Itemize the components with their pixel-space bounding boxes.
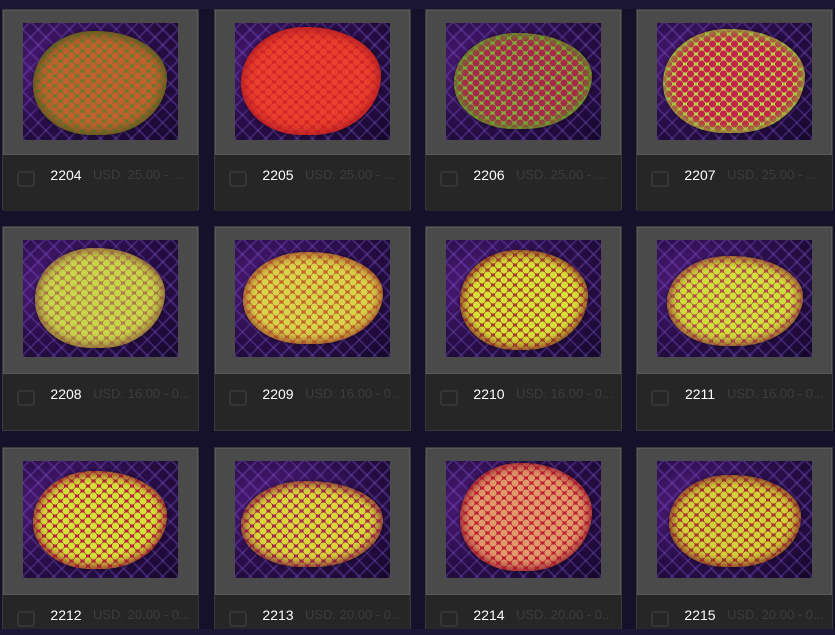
coral-shape bbox=[33, 471, 167, 569]
product-image[interactable] bbox=[446, 240, 601, 357]
product-caption: USD. 16.00 - 0... 2209 bbox=[215, 374, 410, 430]
product-image[interactable] bbox=[657, 461, 812, 578]
coral-shape bbox=[667, 256, 803, 346]
thumbnail-frame bbox=[215, 10, 410, 155]
thumbnail-frame bbox=[637, 10, 832, 155]
product-card[interactable]: USD. 16.00 - 0... 2208 bbox=[2, 226, 199, 431]
coral-shape bbox=[454, 33, 592, 129]
product-image[interactable] bbox=[235, 23, 390, 140]
thumbnail-frame bbox=[215, 448, 410, 595]
product-image[interactable] bbox=[657, 240, 812, 357]
coral-shape bbox=[460, 250, 588, 350]
product-image[interactable] bbox=[23, 23, 178, 140]
product-caption: USD. 25.00 - ... 2205 bbox=[215, 155, 410, 211]
coral-shape bbox=[663, 29, 805, 133]
product-sku[interactable]: 2208 bbox=[3, 386, 129, 402]
product-image[interactable] bbox=[23, 240, 178, 357]
product-card[interactable]: USD. 20.00 - 0... 2212 bbox=[2, 447, 199, 635]
product-caption: USD. 16.00 - 0... 2210 bbox=[426, 374, 621, 430]
coral-shape bbox=[460, 463, 592, 571]
coral-shape bbox=[241, 481, 383, 567]
thumbnail-frame bbox=[637, 227, 832, 374]
coral-shape bbox=[669, 475, 801, 567]
product-card[interactable]: USD. 20.00 - 0... 2214 bbox=[425, 447, 622, 635]
thumbnail-frame bbox=[426, 227, 621, 374]
product-sku[interactable]: 2214 bbox=[426, 607, 552, 623]
thumbnail-frame bbox=[3, 448, 198, 595]
thumbnail-frame bbox=[426, 10, 621, 155]
product-card[interactable]: USD. 25.00 - ... 2205 bbox=[214, 9, 411, 211]
product-grid: USD. 25.00 - ... 2204 USD. 25.00 - ... 2… bbox=[0, 0, 835, 635]
coral-shape bbox=[241, 27, 381, 135]
coral-shape bbox=[35, 248, 165, 348]
product-image[interactable] bbox=[446, 461, 601, 578]
product-sku[interactable]: 2204 bbox=[3, 167, 129, 183]
product-sku[interactable]: 2207 bbox=[637, 167, 763, 183]
coral-shape bbox=[243, 252, 383, 344]
product-image[interactable] bbox=[446, 23, 601, 140]
product-sku[interactable]: 2205 bbox=[215, 167, 341, 183]
product-card[interactable]: USD. 25.00 - ... 2204 bbox=[2, 9, 199, 211]
product-sku[interactable]: 2210 bbox=[426, 386, 552, 402]
product-card[interactable]: USD. 20.00 - 0... 2213 bbox=[214, 447, 411, 635]
product-sku[interactable]: 2213 bbox=[215, 607, 341, 623]
product-caption: USD. 25.00 - ... 2204 bbox=[3, 155, 198, 211]
product-image[interactable] bbox=[235, 240, 390, 357]
coral-shape bbox=[33, 31, 167, 135]
thumbnail-frame bbox=[3, 10, 198, 155]
product-card[interactable]: USD. 16.00 - 0... 2209 bbox=[214, 226, 411, 431]
thumbnail-frame bbox=[426, 448, 621, 595]
product-caption: USD. 16.00 - 0... 2211 bbox=[637, 374, 832, 430]
product-card[interactable]: USD. 20.00 - 0... 2215 bbox=[636, 447, 833, 635]
product-card[interactable]: USD. 25.00 - ... 2207 bbox=[636, 9, 833, 211]
product-caption: USD. 16.00 - 0... 2208 bbox=[3, 374, 198, 430]
product-sku[interactable]: 2206 bbox=[426, 167, 552, 183]
thumbnail-frame bbox=[215, 227, 410, 374]
product-card[interactable]: USD. 16.00 - 0... 2211 bbox=[636, 226, 833, 431]
product-sku[interactable]: 2215 bbox=[637, 607, 763, 623]
bottom-frame bbox=[0, 629, 835, 635]
product-image[interactable] bbox=[657, 23, 812, 140]
product-image[interactable] bbox=[235, 461, 390, 578]
product-sku[interactable]: 2209 bbox=[215, 386, 341, 402]
thumbnail-frame bbox=[3, 227, 198, 374]
product-image[interactable] bbox=[23, 461, 178, 578]
product-caption: USD. 25.00 - ... 2207 bbox=[637, 155, 832, 211]
product-card[interactable]: USD. 25.00 - ... 2206 bbox=[425, 9, 622, 211]
product-sku[interactable]: 2212 bbox=[3, 607, 129, 623]
product-card[interactable]: USD. 16.00 - 0... 2210 bbox=[425, 226, 622, 431]
thumbnail-frame bbox=[637, 448, 832, 595]
product-caption: USD. 25.00 - ... 2206 bbox=[426, 155, 621, 211]
product-sku[interactable]: 2211 bbox=[637, 386, 763, 402]
